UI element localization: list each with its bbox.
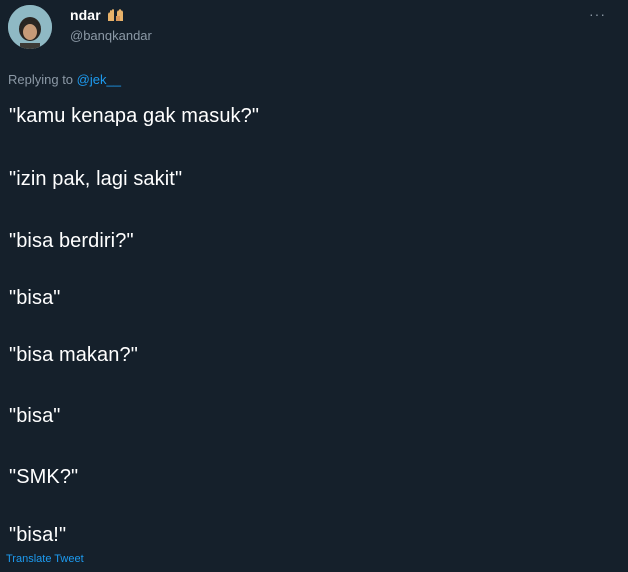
tweet-line-2: "izin pak, lagi sakit"	[9, 168, 183, 190]
tweet-line-8: "bisa!"	[9, 524, 67, 546]
tweet-line-5: "bisa makan?"	[9, 344, 138, 366]
reply-mention-link[interactable]: @jek__	[77, 72, 121, 87]
translate-tweet-link[interactable]: Translate Tweet	[6, 553, 84, 565]
replying-to: Replying to @jek__	[8, 72, 121, 87]
tweet-line-4: "bisa"	[9, 287, 61, 309]
avatar[interactable]	[8, 5, 52, 49]
tweet-line-3: "bisa berdiri?"	[9, 230, 134, 252]
replying-to-label: Replying to	[8, 72, 74, 87]
tweet-line-7: "SMK?"	[9, 466, 79, 488]
tweet-card: ndar @banqkandar ··· Replying to @jek__ …	[0, 0, 628, 572]
tweet-line-6: "bisa"	[9, 405, 61, 427]
hands-icon	[106, 8, 126, 22]
more-options-icon[interactable]: ···	[589, 6, 606, 22]
tweet-line-1: "kamu kenapa gak masuk?"	[9, 105, 260, 127]
author-handle[interactable]: @banqkandar	[70, 28, 152, 43]
author-name-row: ndar	[70, 6, 126, 24]
avatar-image	[8, 5, 52, 49]
display-name[interactable]: ndar	[70, 7, 101, 23]
